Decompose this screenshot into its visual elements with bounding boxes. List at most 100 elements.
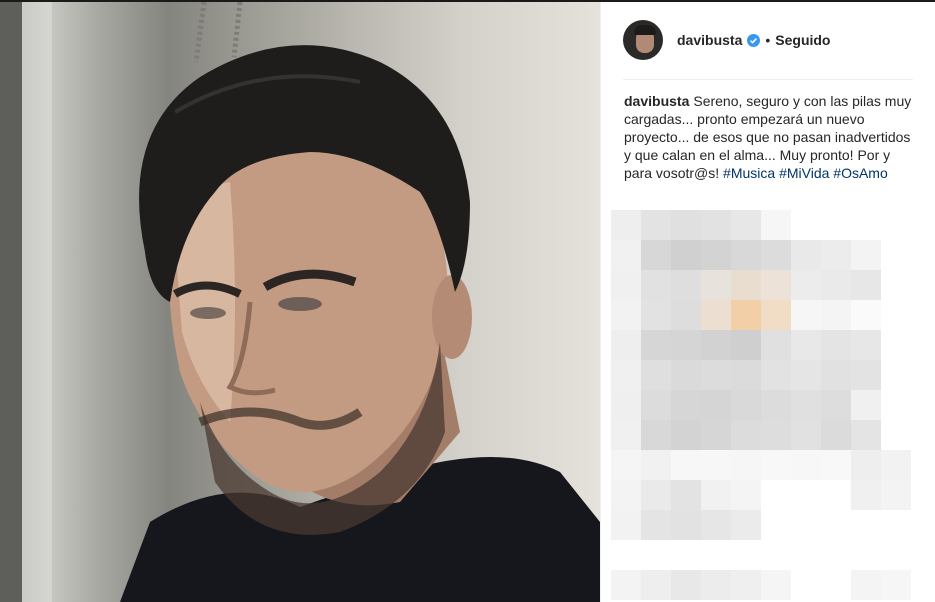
curtain-cord — [193, 2, 243, 63]
pixel-block — [851, 360, 881, 390]
ear — [432, 275, 472, 359]
post-photo[interactable] — [0, 2, 600, 602]
pixel-block — [611, 450, 641, 480]
pixel-block — [671, 330, 701, 360]
pixel-block — [671, 270, 701, 300]
pixel-block — [641, 330, 671, 360]
pixel-block — [641, 210, 671, 240]
pixel-block — [701, 330, 731, 360]
pixel-block — [821, 240, 851, 270]
pixel-block — [791, 270, 821, 300]
pixel-block — [731, 420, 761, 450]
pixel-block — [821, 270, 851, 300]
pixel-block — [851, 570, 881, 600]
pixel-block — [731, 270, 761, 300]
pixel-block — [641, 570, 671, 600]
pixel-block — [851, 270, 881, 300]
pixel-block — [761, 270, 791, 300]
pixel-block — [701, 360, 731, 390]
pixel-block — [791, 450, 821, 480]
pixel-block — [851, 420, 881, 450]
pixel-block — [611, 300, 641, 330]
pixel-block — [851, 480, 881, 510]
pixel-block — [821, 390, 851, 420]
pixel-block — [731, 390, 761, 420]
pixel-block — [641, 480, 671, 510]
pixel-block — [671, 390, 701, 420]
pixel-block — [881, 480, 911, 510]
pixel-block — [641, 270, 671, 300]
pixel-block — [701, 300, 731, 330]
pixel-block — [611, 210, 641, 240]
pixel-block — [731, 480, 761, 510]
pixel-block — [671, 510, 701, 540]
pixel-block — [701, 570, 731, 600]
pixel-block — [671, 570, 701, 600]
right-eye — [278, 297, 322, 311]
pixel-block — [761, 330, 791, 360]
pixel-block — [611, 240, 641, 270]
pixel-block — [821, 420, 851, 450]
pixel-block — [821, 450, 851, 480]
pixel-block — [701, 390, 731, 420]
portrait-illustration — [0, 2, 600, 602]
pixel-block — [881, 570, 911, 600]
post-sidebar: davibusta • Seguido davibusta Sereno, seg… — [600, 2, 935, 602]
pixel-block — [671, 300, 701, 330]
pixel-block — [641, 240, 671, 270]
window-frame — [0, 2, 22, 602]
pixel-block — [851, 390, 881, 420]
pixel-block — [701, 420, 731, 450]
pixel-block — [731, 210, 761, 240]
pixel-block — [611, 510, 641, 540]
pixel-block — [611, 330, 641, 360]
pixel-block — [671, 210, 701, 240]
pixel-block — [791, 240, 821, 270]
pixel-block — [611, 360, 641, 390]
pixel-block — [761, 240, 791, 270]
pixel-block — [701, 240, 731, 270]
pixel-block — [701, 510, 731, 540]
pixel-block — [641, 510, 671, 540]
pixel-block — [611, 480, 641, 510]
pixel-block — [671, 450, 701, 480]
pixel-block — [731, 570, 761, 600]
pixel-block — [851, 450, 881, 480]
pixel-block — [701, 270, 731, 300]
pixel-block — [701, 450, 731, 480]
pixel-block — [611, 570, 641, 600]
pixel-block — [671, 420, 701, 450]
pixel-block — [821, 300, 851, 330]
pixel-block — [791, 390, 821, 420]
pixel-block — [851, 300, 881, 330]
pixel-block — [671, 240, 701, 270]
pixel-block — [881, 450, 911, 480]
pixel-block — [821, 360, 851, 390]
pixelated-comments — [611, 210, 911, 600]
pixel-block — [671, 360, 701, 390]
pixel-block — [731, 450, 761, 480]
pixel-block — [671, 480, 701, 510]
pixel-block — [791, 330, 821, 360]
pixel-block — [641, 300, 671, 330]
pixel-block — [761, 420, 791, 450]
pixel-block — [761, 300, 791, 330]
pixel-block — [641, 450, 671, 480]
pixel-block — [701, 210, 731, 240]
pixel-block — [731, 360, 761, 390]
pixel-block — [821, 330, 851, 360]
pixel-block — [791, 360, 821, 390]
pixel-block — [731, 300, 761, 330]
pixel-block — [641, 420, 671, 450]
left-eye — [190, 307, 226, 319]
pixel-block — [641, 360, 671, 390]
pixel-block — [791, 300, 821, 330]
pixel-block — [731, 330, 761, 360]
pixel-block — [611, 390, 641, 420]
pixel-block — [761, 570, 791, 600]
pixel-block — [731, 510, 761, 540]
pixel-block — [731, 240, 761, 270]
pixel-block — [701, 480, 731, 510]
pixel-block — [761, 450, 791, 480]
pixel-block — [641, 390, 671, 420]
